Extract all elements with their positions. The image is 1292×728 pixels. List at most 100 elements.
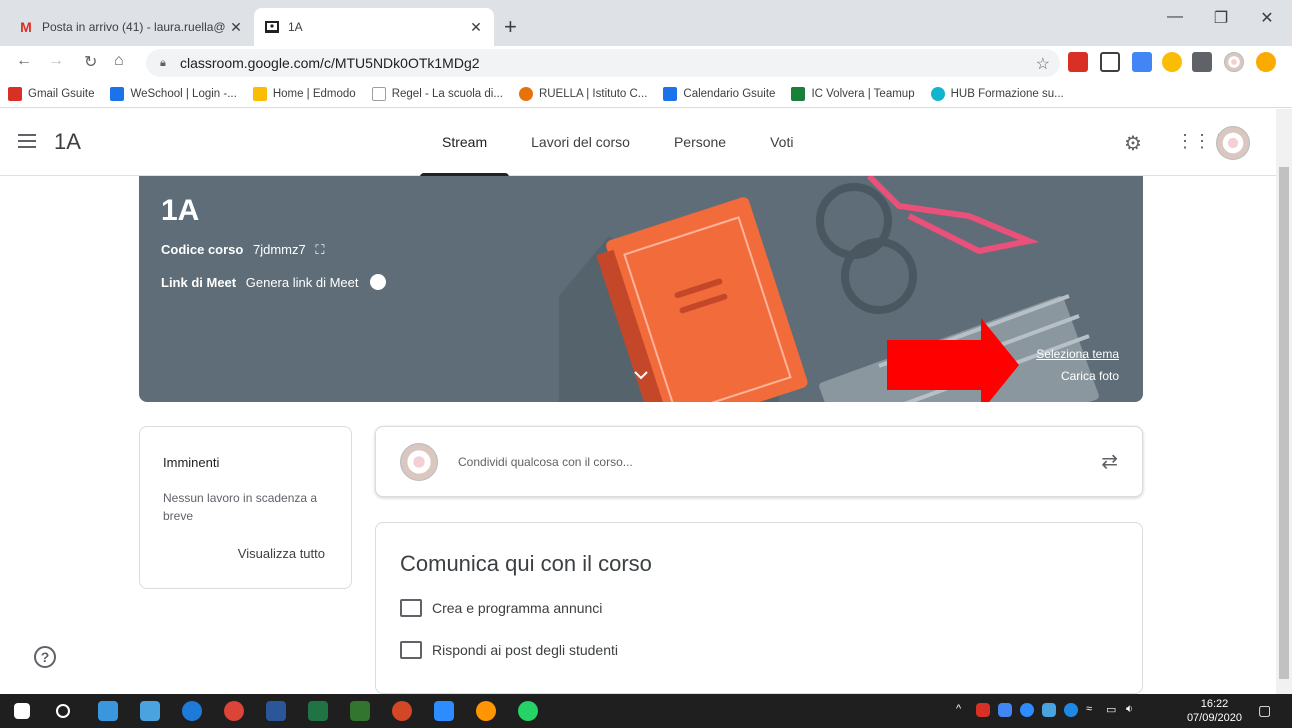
tray-app-icon[interactable] xyxy=(1042,703,1056,717)
volume-icon[interactable]: 🔉︎ xyxy=(1126,703,1133,716)
clock[interactable]: 16:22 07/09/2020 xyxy=(1187,697,1242,725)
bluetooth-icon[interactable] xyxy=(1064,703,1078,717)
share-with-class-card[interactable]: Condividi qualcosa con il corso... ⇄ xyxy=(375,426,1143,497)
bookmark-item[interactable]: Home | Edmodo xyxy=(252,86,356,101)
close-icon[interactable]: ✕ xyxy=(468,19,484,36)
tab-people[interactable]: Persone xyxy=(652,109,748,176)
address-bar[interactable]: 🔒︎ classroom.google.com/c/MTU5NDk0OTk1MD… xyxy=(146,49,1060,77)
calendar-icon xyxy=(663,86,678,101)
bookmark-item[interactable]: Regel - La scuola di... xyxy=(371,86,503,101)
url-text: classroom.google.com/c/MTU5NDk0OTk1MDg2 xyxy=(180,55,480,71)
meet-link-label: Link di Meet xyxy=(161,275,237,290)
word-icon[interactable] xyxy=(266,701,286,721)
tray-chevron-icon[interactable]: ^ xyxy=(956,703,961,715)
gmail-icon xyxy=(8,86,22,101)
communicate-title: Comunica qui con il corso xyxy=(400,551,652,576)
grid-extension-icon[interactable] xyxy=(1100,52,1120,72)
bookmark-item[interactable]: HUB Formazione su... xyxy=(930,86,1064,101)
powerpoint-icon[interactable] xyxy=(392,701,412,721)
extension-icon[interactable] xyxy=(1132,52,1152,72)
tray-app-icon[interactable] xyxy=(976,703,990,717)
bookmark-item[interactable]: Gmail Gsuite xyxy=(8,86,94,101)
clock-time: 16:22 xyxy=(1200,698,1229,710)
settings-gear-icon[interactable]: ⚙ xyxy=(1124,131,1142,156)
banner-class-title: 1A xyxy=(161,194,200,227)
tab-gmail[interactable]: M Posta in arrivo (41) - laura.ruella@ ✕ xyxy=(8,8,254,46)
upload-photo-link[interactable]: Carica foto xyxy=(1061,369,1119,383)
hand-extension-icon[interactable] xyxy=(1162,52,1182,72)
bookmark-item[interactable]: RUELLA | Istituto C... xyxy=(518,86,647,101)
class-banner: 1A Codice corso 7jdmmz7 ⛶ Link di Meet G… xyxy=(139,176,1143,402)
restore-icon[interactable]: ❐ xyxy=(1198,8,1244,28)
windows-taskbar: ^ ≈ ▭ 🔉︎ 16:22 07/09/2020 ▢ xyxy=(0,694,1292,728)
page-scrollbar[interactable] xyxy=(1276,109,1292,694)
excel-icon[interactable] xyxy=(308,701,328,721)
network-icon[interactable]: ≈ xyxy=(1086,703,1092,715)
puzzle-icon[interactable] xyxy=(1192,52,1212,72)
scrollbar-thumb[interactable] xyxy=(1279,167,1289,679)
bookmark-item[interactable]: WeSchool | Login -... xyxy=(110,86,237,101)
bookmark-star-icon[interactable]: ☆ xyxy=(1036,54,1050,74)
class-title[interactable]: 1A xyxy=(54,129,81,155)
search-icon[interactable] xyxy=(56,704,70,718)
select-theme-link[interactable]: Seleziona tema xyxy=(1036,347,1119,361)
hub-icon xyxy=(930,86,945,101)
tray-app-icon[interactable] xyxy=(998,703,1012,717)
view-all-link[interactable]: Visualizza tutto xyxy=(238,546,325,561)
close-icon[interactable]: ✕ xyxy=(228,19,244,36)
browser-toolbar: ← → ↻ ⌂ 🔒︎ classroom.google.com/c/MTU5ND… xyxy=(0,46,1292,80)
weschool-icon xyxy=(110,86,125,101)
meet-camera-icon[interactable] xyxy=(370,274,387,290)
communicate-item: Crea e programma annunci xyxy=(400,599,602,617)
upcoming-title: Imminenti xyxy=(163,455,220,470)
display-icon[interactable]: ▭ xyxy=(1106,703,1116,716)
app-icon[interactable] xyxy=(98,701,118,721)
help-icon[interactable]: ? xyxy=(34,646,56,668)
acrobat-icon[interactable] xyxy=(1068,52,1088,72)
notifications-icon[interactable]: ▢ xyxy=(1258,702,1271,719)
tab-grades[interactable]: Voti xyxy=(748,109,815,176)
forward-icon[interactable]: → xyxy=(48,52,64,70)
close-window-icon[interactable]: ✕ xyxy=(1244,8,1290,28)
tab-label: 1A xyxy=(288,20,303,34)
lock-icon: 🔒︎ xyxy=(160,57,166,69)
browser-tab-strip: M Posta in arrivo (41) - laura.ruella@ ✕… xyxy=(0,0,1292,46)
generate-meet-link[interactable]: Genera link di Meet xyxy=(246,275,359,290)
new-tab-button[interactable]: + xyxy=(504,14,517,40)
school-icon xyxy=(518,86,533,101)
bookmark-item[interactable]: IC Volvera | Teamup xyxy=(791,86,915,101)
course-code-value: 7jdmmz7 xyxy=(252,242,306,257)
app-icon[interactable] xyxy=(140,701,160,721)
reply-post-icon xyxy=(400,641,422,659)
update-icon[interactable] xyxy=(1256,52,1276,72)
home-icon[interactable]: ⌂ xyxy=(114,52,124,70)
classroom-header: 1A Stream Lavori del corso Persone Voti … xyxy=(0,109,1276,177)
course-code-label: Codice corso xyxy=(161,242,244,257)
minimize-icon[interactable]: — xyxy=(1152,8,1198,26)
profile-avatar[interactable] xyxy=(1224,52,1244,72)
bookmarks-bar: Gmail Gsuite WeSchool | Login -... Home … xyxy=(0,80,1292,108)
reload-icon[interactable]: ↻ xyxy=(84,52,97,72)
tray-zoom-icon[interactable] xyxy=(1020,703,1034,717)
classroom-icon xyxy=(264,19,280,35)
tab-stream[interactable]: Stream xyxy=(420,109,510,177)
whatsapp-icon[interactable] xyxy=(518,701,538,721)
bookmark-item[interactable]: Calendario Gsuite xyxy=(663,86,775,101)
chrome-icon[interactable] xyxy=(224,701,244,721)
windows-start-icon[interactable] xyxy=(14,703,30,719)
account-avatar[interactable] xyxy=(1216,126,1250,160)
tab-classroom[interactable]: 1A ✕ xyxy=(254,8,494,46)
tab-classwork[interactable]: Lavori del corso xyxy=(509,109,652,176)
repost-icon[interactable]: ⇄ xyxy=(1101,449,1118,474)
gmail-icon: M xyxy=(20,19,32,35)
share-placeholder[interactable]: Condividi qualcosa con il corso... xyxy=(458,455,633,469)
upcoming-text: Nessun lavoro in scadenza a breve xyxy=(163,491,318,523)
edge-icon[interactable] xyxy=(182,701,202,721)
firefox-icon[interactable] xyxy=(476,701,496,721)
back-icon[interactable]: ← xyxy=(16,52,32,70)
menu-icon[interactable] xyxy=(18,134,36,148)
fullscreen-icon[interactable]: ⛶ xyxy=(315,242,324,257)
teamup-icon xyxy=(791,86,806,101)
zoom-icon[interactable] xyxy=(434,701,454,721)
project-icon[interactable] xyxy=(350,701,370,721)
